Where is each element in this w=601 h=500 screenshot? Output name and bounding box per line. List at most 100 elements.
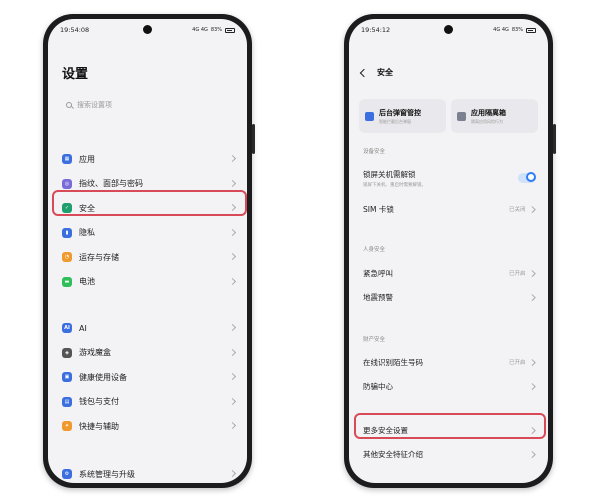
front-camera bbox=[143, 25, 152, 34]
earthquake-alert-row[interactable]: 地震预警 bbox=[349, 285, 548, 309]
settings-item-shield[interactable]: ✓ 安全 bbox=[48, 196, 247, 221]
emergency-call-row[interactable]: 紧急呼叫 已开启 bbox=[349, 261, 548, 285]
chevron-right-icon bbox=[528, 358, 535, 366]
row-label: 更多安全设置 bbox=[363, 425, 408, 435]
settings-item-label: 隐私 bbox=[79, 228, 95, 238]
signal-indicator: 4G 4G bbox=[493, 27, 509, 33]
row-label: 锁屏关机需解锁 bbox=[363, 169, 416, 179]
card-title: 后台弹窗管控 bbox=[379, 108, 421, 117]
search-icon bbox=[66, 102, 72, 108]
ai-icon: AI bbox=[62, 323, 72, 334]
lock-reboot-row[interactable]: 锁屏关机需解锁 锁屏下关机、重启时需要解锁。 bbox=[349, 165, 548, 191]
chevron-right-icon bbox=[228, 228, 237, 236]
row-value: 已开启 bbox=[508, 360, 526, 366]
privacy-icon: ▮ bbox=[62, 227, 72, 238]
system-icon: ⚙ bbox=[62, 469, 72, 480]
row-value: 已开启 bbox=[508, 271, 526, 277]
chevron-right-icon bbox=[528, 450, 535, 458]
search-input[interactable]: 搜索设置项 bbox=[58, 95, 237, 115]
chevron-right-icon bbox=[228, 155, 237, 163]
row-label: SIM 卡锁 bbox=[363, 204, 394, 214]
shield-icon: ✓ bbox=[62, 203, 72, 214]
row-label: 防骗中心 bbox=[363, 381, 393, 391]
battery-percent: 83% bbox=[210, 27, 222, 33]
signal-indicator: 4G 4G bbox=[192, 27, 208, 33]
popup-block-icon bbox=[365, 111, 374, 121]
chevron-right-icon bbox=[228, 397, 237, 405]
card-subtitle: 隔离应用风险行为 bbox=[471, 118, 503, 124]
settings-item-battery[interactable]: ▬ 电池 bbox=[48, 270, 247, 295]
status-time: 19:54:12 bbox=[361, 26, 391, 34]
chevron-right-icon bbox=[228, 422, 237, 430]
chevron-right-icon bbox=[528, 205, 535, 213]
isolation-box-card[interactable]: 应用隔离箱 隔离应用风险行为 bbox=[451, 99, 538, 133]
battery-status-icon bbox=[225, 27, 235, 33]
row-label: 地震预警 bbox=[363, 292, 393, 302]
page-title: 设置 bbox=[62, 67, 89, 82]
storage-icon: ◔ bbox=[62, 252, 72, 263]
chevron-right-icon bbox=[228, 470, 237, 478]
settings-item-ai[interactable]: AI AI bbox=[48, 316, 247, 341]
section-property-safety: 财产安全 bbox=[363, 337, 386, 343]
back-arrow-icon[interactable] bbox=[359, 68, 369, 77]
header: 安全 bbox=[359, 67, 393, 78]
settings-item-label: 指纹、面部与密码 bbox=[79, 179, 143, 189]
right-phone: 19:54:12 4G 4G 83% 安全 后台弹窗管控 智能拦截后台弹窗 应用… bbox=[344, 14, 556, 488]
settings-item-fingerprint[interactable]: ◎ 指纹、面部与密码 bbox=[48, 172, 247, 197]
settings-item-privacy[interactable]: ▮ 隐私 bbox=[48, 221, 247, 246]
popup-control-card[interactable]: 后台弹窗管控 智能拦截后台弹窗 bbox=[359, 99, 446, 133]
settings-item-wallet[interactable]: ▤ 钱包与支付 bbox=[48, 390, 247, 415]
status-time: 19:54:08 bbox=[60, 26, 90, 34]
health-icon: ▣ bbox=[62, 372, 72, 383]
settings-item-label: 安全 bbox=[79, 203, 95, 213]
settings-item-label: 运存与存储 bbox=[79, 252, 119, 262]
settings-item-label: 钱包与支付 bbox=[79, 397, 119, 407]
chevron-right-icon bbox=[528, 269, 535, 277]
wallet-icon: ▤ bbox=[62, 396, 72, 407]
settings-item-health[interactable]: ▣ 健康使用设备 bbox=[48, 365, 247, 390]
chevron-right-icon bbox=[228, 179, 237, 187]
section-device-security: 设备安全 bbox=[363, 149, 386, 155]
chevron-right-icon bbox=[228, 373, 237, 381]
shortcut-icon: ✦ bbox=[62, 421, 72, 432]
row-label: 紧急呼叫 bbox=[363, 268, 393, 278]
chevron-right-icon bbox=[528, 426, 535, 434]
settings-item-grid[interactable]: ▦ 应用 bbox=[48, 147, 247, 172]
volume-button bbox=[553, 124, 556, 154]
anti-fraud-row[interactable]: 防骗中心 bbox=[349, 374, 548, 398]
settings-group-system: ⚙ 系统管理与升级 bbox=[48, 462, 247, 483]
settings-item-label: 游戏魔盒 bbox=[79, 348, 111, 358]
sim-lock-row[interactable]: SIM 卡锁 已关闭 bbox=[349, 197, 548, 221]
settings-item-storage[interactable]: ◔ 运存与存储 bbox=[48, 245, 247, 270]
settings-item-label: 系统管理与升级 bbox=[79, 469, 135, 479]
gamepad-icon: ◈ bbox=[62, 347, 72, 358]
quick-cards: 后台弹窗管控 智能拦截后台弹窗 应用隔离箱 隔离应用风险行为 bbox=[359, 99, 538, 133]
row-label: 在线识别陌生号码 bbox=[363, 357, 423, 367]
stranger-number-row[interactable]: 在线识别陌生号码 已开启 bbox=[349, 350, 548, 374]
section-personal-safety: 人身安全 bbox=[363, 247, 386, 253]
settings-item-gamepad[interactable]: ◈ 游戏魔盒 bbox=[48, 341, 247, 366]
settings-item-label: 电池 bbox=[79, 277, 95, 287]
settings-screen: 19:54:08 4G 4G 83% 设置 搜索设置项 ▦ 应用 ◎ 指纹、面部与密码… bbox=[48, 19, 247, 483]
lock-reboot-toggle[interactable] bbox=[518, 172, 536, 183]
settings-group-services: AI AI ◈ 游戏魔盒 ▣ 健康使用设备 ▤ 钱包与支付 ✦ 快捷与辅助 bbox=[48, 316, 247, 439]
settings-item-shortcut[interactable]: ✦ 快捷与辅助 bbox=[48, 414, 247, 439]
more-security-row[interactable]: 更多安全设置 bbox=[349, 418, 548, 442]
isolation-box-icon bbox=[457, 111, 466, 121]
chevron-right-icon bbox=[228, 348, 237, 356]
chevron-right-icon bbox=[528, 293, 535, 301]
left-phone: 19:54:08 4G 4G 83% 设置 搜索设置项 ▦ 应用 ◎ 指纹、面部与密码… bbox=[43, 14, 255, 488]
settings-item-system[interactable]: ⚙ 系统管理与升级 bbox=[48, 462, 247, 483]
other-features-row[interactable]: 其他安全特征介绍 bbox=[349, 442, 548, 466]
front-camera bbox=[444, 25, 453, 34]
settings-item-label: 应用 bbox=[79, 154, 95, 164]
settings-group-main: ▦ 应用 ◎ 指纹、面部与密码 ✓ 安全 ▮ 隐私 ◔ 运存与存储 ▬ 电池 bbox=[48, 147, 247, 294]
settings-item-label: 快捷与辅助 bbox=[79, 421, 119, 431]
settings-item-label: 健康使用设备 bbox=[79, 372, 127, 382]
security-screen: 19:54:12 4G 4G 83% 安全 后台弹窗管控 智能拦截后台弹窗 应用… bbox=[349, 19, 548, 483]
toggle-knob bbox=[526, 172, 536, 182]
volume-button bbox=[252, 124, 255, 154]
battery-percent: 83% bbox=[511, 27, 523, 33]
chevron-right-icon bbox=[228, 324, 237, 332]
battery-status-icon bbox=[526, 27, 536, 33]
